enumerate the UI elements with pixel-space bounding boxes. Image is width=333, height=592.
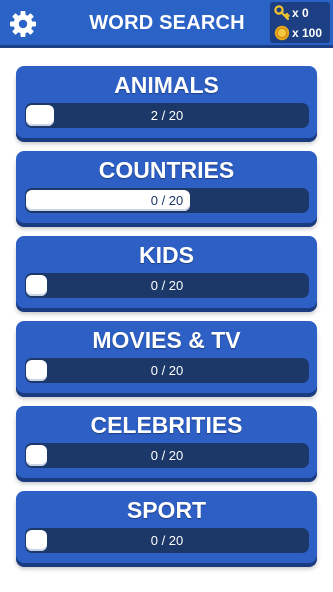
top-bar: WORD SEARCH x 0 x 100: [0, 0, 333, 48]
coins-count: x 100: [292, 26, 323, 40]
progress-bar: 0 / 20: [25, 443, 309, 468]
progress-bar: 2 / 20: [25, 103, 309, 128]
progress-bar: 0 / 20: [25, 528, 309, 553]
progress-bar: 0 / 20: [25, 188, 309, 213]
category-card-countries[interactable]: COUNTRIES 0 / 20: [16, 151, 317, 223]
page-title: WORD SEARCH: [89, 12, 245, 34]
category-card-movies-tv[interactable]: MOVIES & TV 0 / 20: [16, 321, 317, 393]
category-title: ANIMALS: [114, 72, 219, 98]
category-card-sport[interactable]: SPORT 0 / 20: [16, 491, 317, 563]
category-title: COUNTRIES: [98, 157, 235, 183]
progress-bar: 0 / 20: [25, 273, 309, 298]
progress-text: 0 / 20: [150, 448, 184, 463]
progress-text: 2 / 20: [150, 108, 184, 123]
progress-text: 0 / 20: [150, 533, 184, 548]
category-title: SPORT: [126, 497, 207, 523]
gear-icon[interactable]: [9, 10, 37, 38]
progress-bar: 0 / 20: [25, 358, 309, 383]
progress-text: 0 / 20: [150, 363, 184, 378]
category-card-celebrities[interactable]: CELEBRITIES 0 / 20: [16, 406, 317, 478]
coins-counter: x 100: [270, 24, 330, 42]
coin-icon: [274, 25, 290, 41]
category-title: CELEBRITIES: [90, 412, 243, 438]
progress-text: 0 / 20: [150, 193, 184, 208]
category-card-kids[interactable]: KIDS 0 / 20: [16, 236, 317, 308]
category-title: KIDS: [139, 242, 194, 268]
currency-panel: x 0 x 100: [270, 2, 330, 43]
category-title: MOVIES & TV: [92, 327, 241, 353]
keys-counter: x 0: [270, 4, 330, 22]
category-card-animals[interactable]: ANIMALS 2 / 20: [16, 66, 317, 138]
progress-text: 0 / 20: [150, 278, 184, 293]
key-icon: [274, 5, 290, 21]
keys-count: x 0: [292, 6, 309, 20]
